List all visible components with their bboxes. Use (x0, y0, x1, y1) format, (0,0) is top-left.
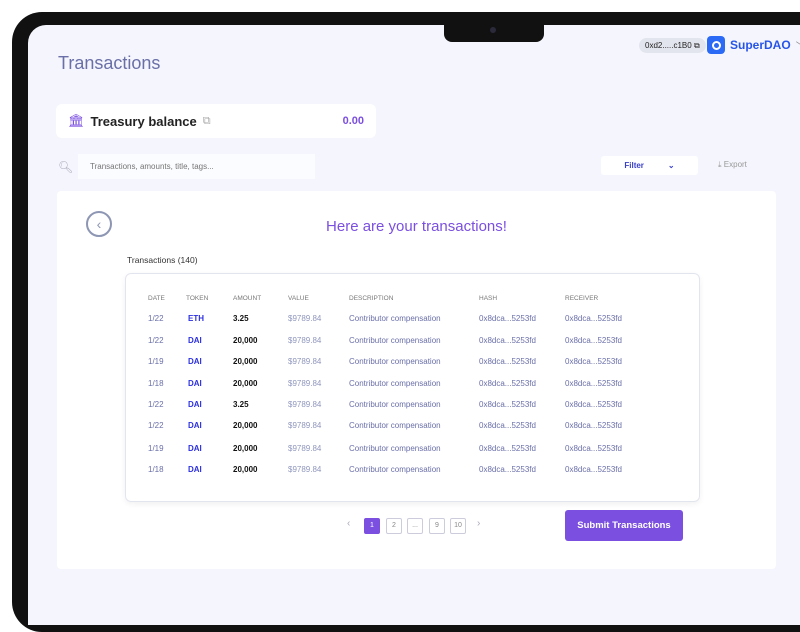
bank-icon: 🏛 (68, 113, 85, 128)
copy-icon[interactable]: ⧉ (203, 115, 211, 128)
column-header-hash: HASH (479, 295, 498, 302)
cell-date: 1/19 (148, 444, 164, 453)
camera-icon (490, 27, 496, 33)
cell-description: Contributor compensation (349, 357, 441, 366)
transactions-card: ‹ Here are your transactions! Transactio… (57, 191, 776, 569)
cell-token: DAI (188, 421, 202, 430)
filter-dropdown[interactable]: Filter ⌄ (601, 156, 698, 175)
cell-token: DAI (188, 400, 202, 409)
cell-value: $9789.84 (288, 444, 322, 453)
cell-receiver: 0x8dca...5253fd (565, 444, 622, 453)
column-header-receiver: RECEIVER (565, 295, 599, 302)
cell-date: 1/18 (148, 465, 164, 474)
search-icon: 🔍︎ (58, 160, 74, 174)
cell-receiver: 0x8dca...5253fd (565, 379, 622, 388)
page-button[interactable]: 9 (429, 518, 445, 534)
cell-description: Contributor compensation (349, 379, 441, 388)
cell-value: $9789.84 (288, 400, 322, 409)
page-button[interactable]: ... (407, 518, 423, 534)
cell-receiver: 0x8dca...5253fd (565, 421, 622, 430)
cell-description: Contributor compensation (349, 421, 441, 430)
cell-receiver: 0x8dca...5253fd (565, 336, 622, 345)
cell-hash: 0x8dca...5253fd (479, 444, 536, 453)
column-header-description: DESCRIPTION (349, 295, 394, 302)
treasury-value: 0.00 (342, 115, 364, 127)
cell-description: Contributor compensation (349, 400, 441, 409)
cell-date: 1/19 (148, 357, 164, 366)
export-label: Export (723, 160, 747, 169)
cell-amount: 20,000 (233, 444, 258, 453)
screen: Transactions 0xd2.....c1B0 ⧉ SuperDAO ﹀ 🏛… (28, 25, 800, 625)
treasury-balance: 🏛 Treasury balance ⧉ 0.00 (56, 104, 376, 138)
search-input[interactable] (78, 154, 315, 179)
page-button[interactable]: 1 (364, 518, 380, 534)
cell-value: $9789.84 (288, 379, 322, 388)
cell-receiver: 0x8dca...5253fd (565, 357, 622, 366)
cell-amount: 20,000 (233, 336, 258, 345)
treasury-label: Treasury balance (90, 113, 197, 129)
filter-label: Filter (624, 161, 644, 170)
wallet-address[interactable]: 0xd2.....c1B0 ⧉ (639, 38, 706, 53)
cell-date: 1/18 (148, 379, 164, 388)
cell-hash: 0x8dca...5253fd (479, 336, 536, 345)
cell-date: 1/22 (148, 421, 164, 430)
export-button[interactable]: ⤓ Export (718, 160, 747, 170)
cell-hash: 0x8dca...5253fd (479, 400, 536, 409)
submit-transactions-button[interactable]: Submit Transactions (565, 510, 683, 541)
chevron-down-icon: ⌄ (667, 161, 675, 170)
cell-hash: 0x8dca...5253fd (479, 465, 536, 474)
cell-receiver: 0x8dca...5253fd (565, 400, 622, 409)
next-page-icon[interactable]: › (477, 518, 480, 529)
page-title: Transactions (58, 53, 161, 73)
cell-date: 1/22 (148, 336, 164, 345)
cell-receiver: 0x8dca...5253fd (565, 465, 622, 474)
cell-value: $9789.84 (288, 336, 322, 345)
cell-token: DAI (188, 465, 202, 474)
cell-amount: 20,000 (233, 465, 258, 474)
wallet-address-text: 0xd2.....c1B0 (645, 41, 692, 50)
org-logo-icon (707, 36, 725, 54)
page-button[interactable]: 10 (450, 518, 466, 534)
cell-token: DAI (188, 336, 202, 345)
chevron-down-icon: ﹀ (796, 38, 800, 53)
cell-hash: 0x8dca...5253fd (479, 314, 536, 323)
cell-description: Contributor compensation (349, 336, 441, 345)
cell-amount: 3.25 (233, 400, 249, 409)
column-header-amount: AMOUNT (233, 295, 262, 302)
cell-description: Contributor compensation (349, 465, 441, 474)
column-header-date: DATE (148, 295, 165, 302)
transactions-table: DATE TOKEN AMOUNT VALUE DESCRIPTION HASH RECEI… (125, 273, 700, 502)
cell-hash: 0x8dca...5253fd (479, 357, 536, 366)
cell-value: $9789.84 (288, 357, 322, 366)
cell-description: Contributor compensation (349, 444, 441, 453)
download-icon: ⤓ (718, 160, 722, 169)
copy-icon[interactable]: ⧉ (694, 41, 700, 50)
cell-description: Contributor compensation (349, 314, 441, 323)
column-header-value: VALUE (288, 295, 309, 302)
cell-value: $9789.84 (288, 421, 322, 430)
cell-date: 1/22 (148, 314, 164, 323)
cell-value: $9789.84 (288, 314, 322, 323)
camera-notch (444, 25, 544, 42)
cell-token: DAI (188, 444, 202, 453)
column-header-token: TOKEN (186, 295, 209, 302)
transactions-count: Transactions (140) (127, 255, 198, 265)
prev-page-icon[interactable]: ‹ (347, 518, 350, 529)
cell-token: ETH (188, 314, 204, 323)
cell-date: 1/22 (148, 400, 164, 409)
cell-token: DAI (188, 357, 202, 366)
cell-hash: 0x8dca...5253fd (479, 379, 536, 388)
cell-amount: 20,000 (233, 379, 258, 388)
cell-token: DAI (188, 379, 202, 388)
cell-receiver: 0x8dca...5253fd (565, 314, 622, 323)
cell-amount: 20,000 (233, 357, 258, 366)
page-button[interactable]: 2 (386, 518, 402, 534)
cell-amount: 3.25 (233, 314, 249, 323)
org-switcher[interactable]: SuperDAO ﹀ (707, 36, 800, 54)
org-name: SuperDAO (730, 38, 791, 52)
cell-hash: 0x8dca...5253fd (479, 421, 536, 430)
card-heading: Here are your transactions! (326, 218, 507, 235)
cell-amount: 20,000 (233, 421, 258, 430)
cell-value: $9789.84 (288, 465, 322, 474)
